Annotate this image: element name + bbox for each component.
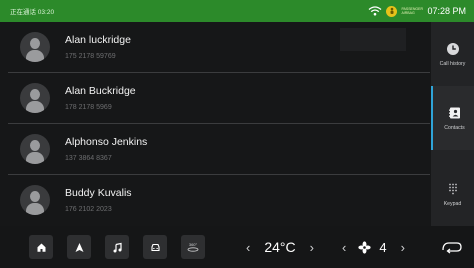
car-icon (150, 243, 160, 251)
status-indicators: PASSENGER AIRBAG 07:28 PM (368, 5, 466, 17)
home-button[interactable] (29, 235, 53, 259)
air-recirculation-icon (442, 242, 462, 254)
contact-list: Alan luckridge 175 2178 59769 Alan Buckr… (8, 22, 430, 226)
tab-label: Keypad (443, 200, 462, 207)
camera-360-button[interactable]: 360° (181, 235, 205, 259)
contact-name: Buddy Kuvalis (65, 187, 132, 199)
fan-down-button[interactable]: ‹ (342, 240, 346, 255)
clock-icon (446, 42, 459, 55)
music-icon (113, 242, 122, 252)
navigation-button[interactable] (67, 235, 91, 259)
contact-phone: 137 3864 8367 (65, 155, 112, 162)
temp-down-button[interactable]: ‹ (246, 240, 250, 255)
tab-label: Call history (439, 60, 466, 67)
contact-row[interactable]: Buddy Kuvalis 176 2102 2023 (8, 175, 430, 225)
tab-contacts[interactable]: Contacts (431, 86, 474, 150)
fan-up-button[interactable]: › (401, 240, 405, 255)
keypad-icon (448, 183, 457, 194)
contacts-icon (448, 107, 460, 118)
avatar (20, 134, 50, 164)
fan-icon (358, 240, 371, 254)
avatar (20, 83, 50, 113)
tab-keypad[interactable]: Keypad (431, 162, 474, 226)
status-bar: 正在通话 03:20 PASSENGER AIRBAG 07:28 PM (0, 0, 474, 22)
bottom-control-bar: 360° ‹ 24°C › ‹ 4 › (0, 226, 474, 268)
contact-row[interactable]: Alphonso Jenkins 137 3864 8367 (8, 124, 430, 175)
fan-level-value: 4 (379, 239, 387, 255)
fan-control: ‹ 4 › (342, 226, 405, 268)
wifi-icon (369, 6, 382, 16)
phone-sidebar: Call history Contacts Keypad (431, 22, 474, 226)
tab-call-history[interactable]: Call history (431, 22, 474, 86)
redacted-area (340, 28, 406, 51)
music-button[interactable] (105, 235, 129, 259)
tab-label: Contacts (444, 124, 465, 131)
temperature-value: 24°C (264, 239, 296, 255)
car-button[interactable] (143, 235, 167, 259)
avatar (20, 32, 50, 62)
navigation-icon (75, 242, 83, 252)
contact-phone: 176 2102 2023 (65, 206, 112, 213)
airbag-icon (386, 5, 398, 17)
call-status[interactable]: 正在通话 03:20 (10, 6, 54, 16)
avatar (20, 185, 50, 215)
contact-name: Alphonso Jenkins (65, 136, 148, 148)
contact-name: Alan luckridge (65, 34, 131, 46)
contact-row[interactable]: Alan luckridge 175 2178 59769 (8, 22, 430, 73)
contact-phone: 175 2178 59769 (65, 53, 116, 60)
airbag-status-text: PASSENGER AIRBAG (401, 7, 423, 15)
home-icon (37, 243, 45, 252)
contact-name: Alan Buckridge (65, 85, 136, 97)
360-icon: 360° (187, 242, 199, 252)
contact-phone: 178 2178 5969 (65, 104, 112, 111)
clock: 07:28 PM (427, 6, 466, 16)
recirculation-button[interactable] (441, 226, 463, 268)
temp-up-button[interactable]: › (310, 240, 314, 255)
contact-row[interactable]: Alan Buckridge 178 2178 5969 (8, 73, 430, 124)
temperature-control: ‹ 24°C › (246, 226, 314, 268)
